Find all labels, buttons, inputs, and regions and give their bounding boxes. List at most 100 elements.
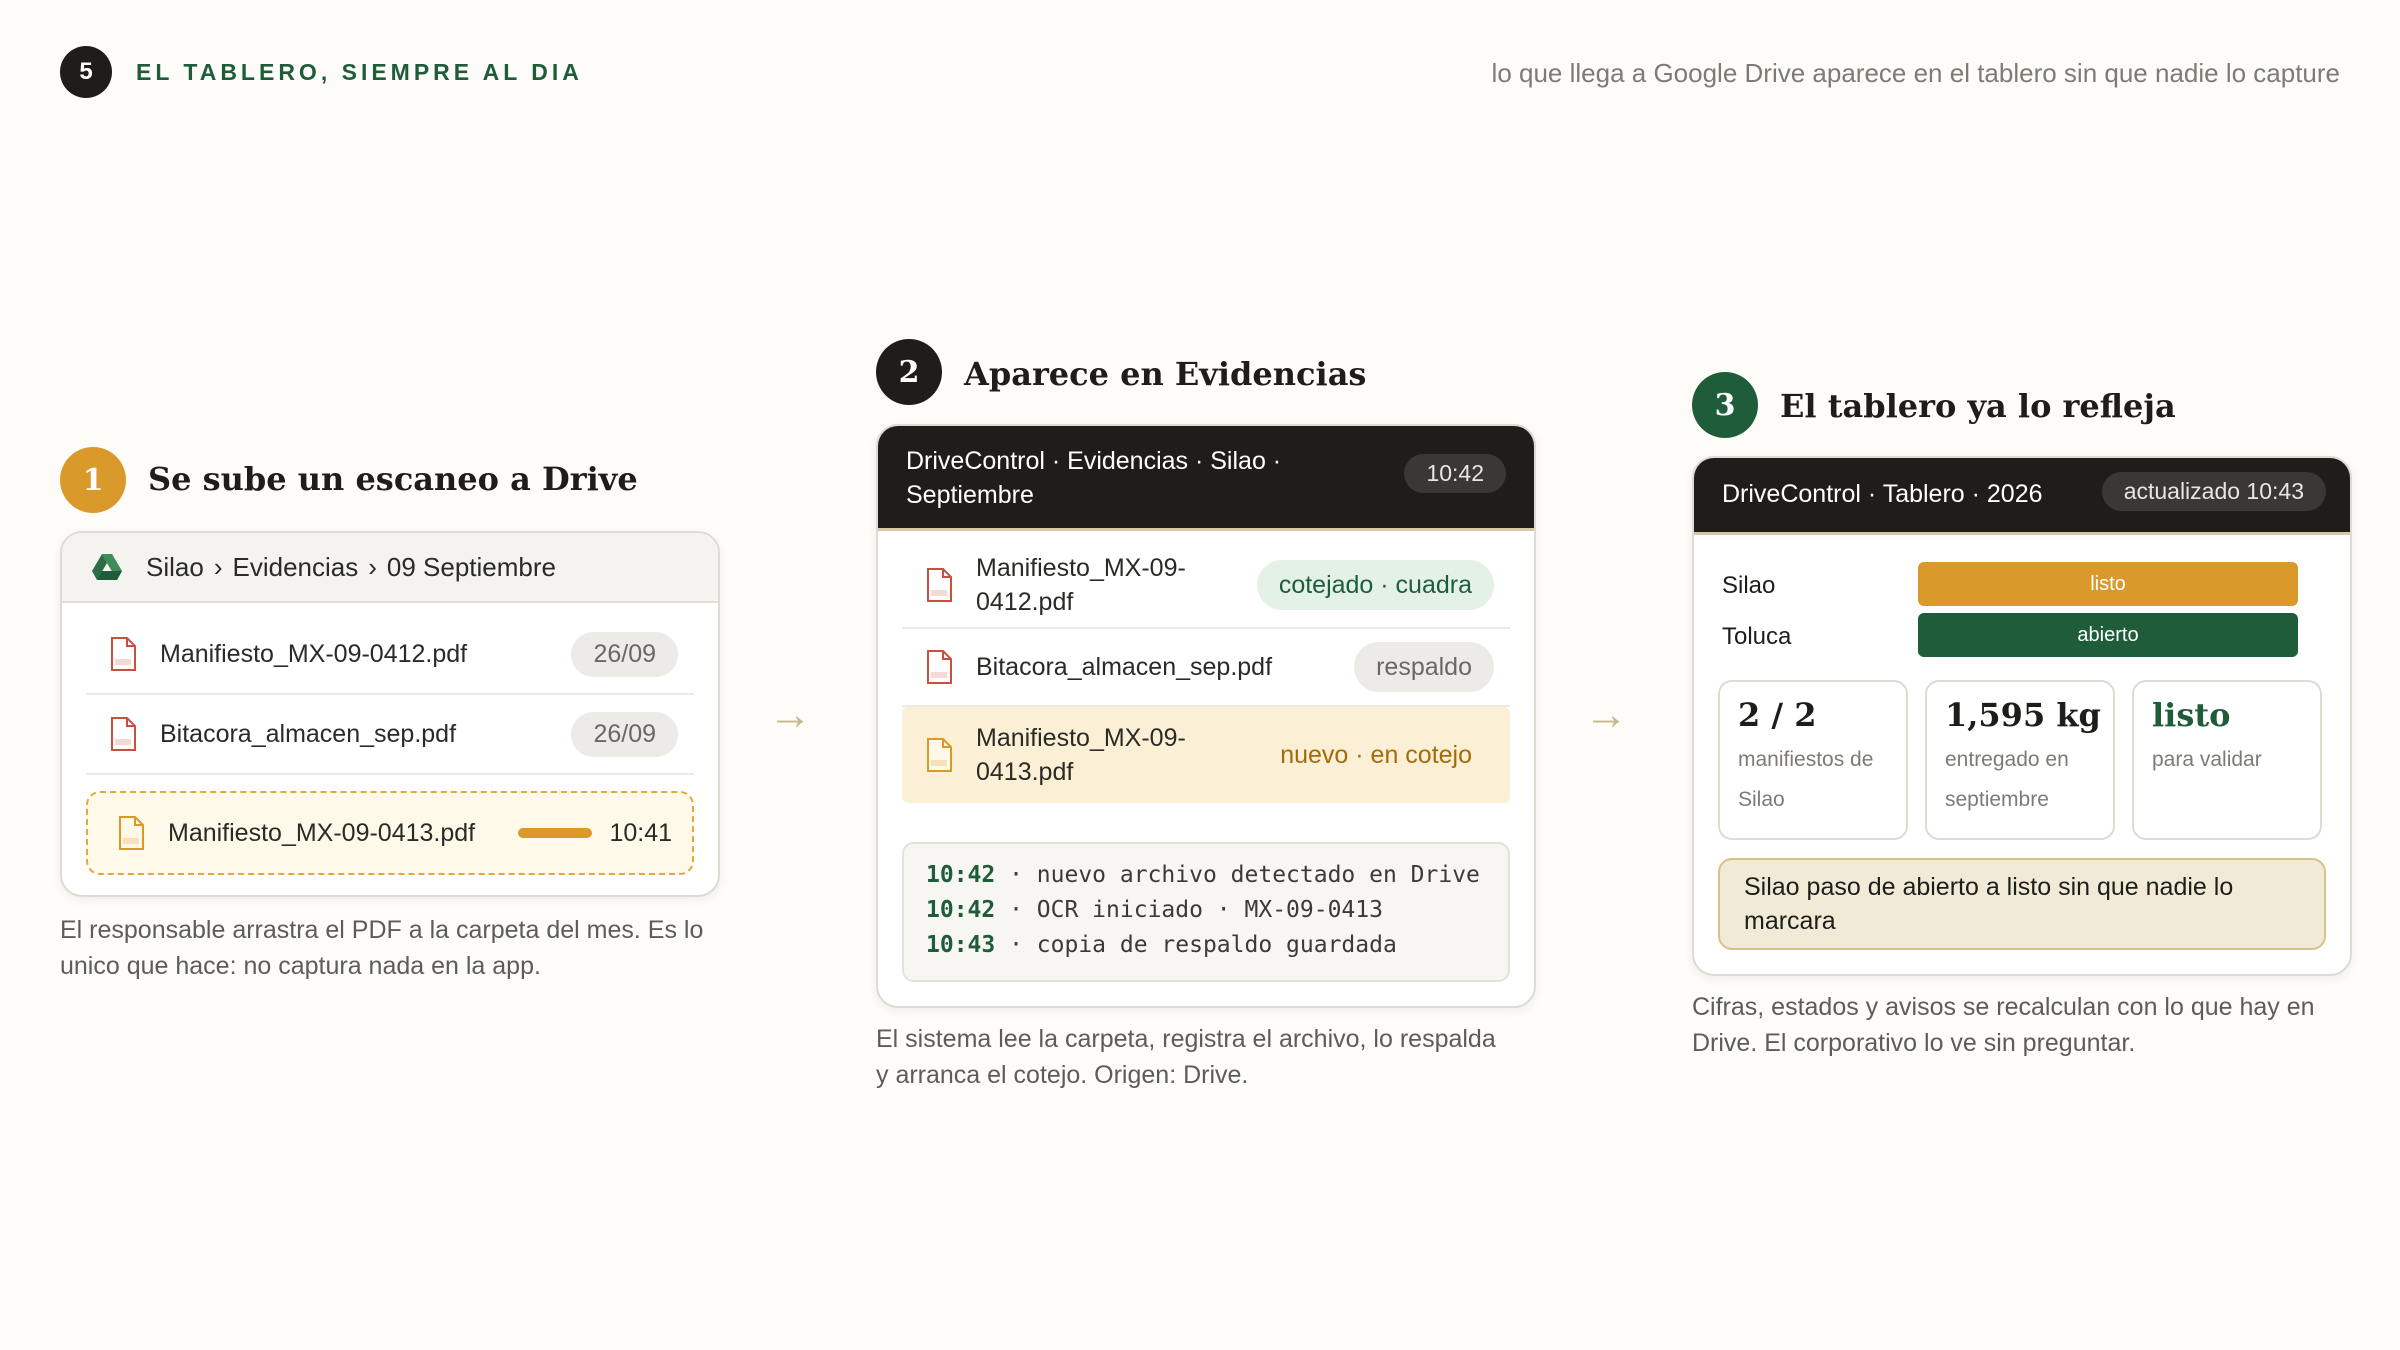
stat-label-line: Silao xyxy=(1738,788,1785,811)
status-tag-new: nuevo · en cotejo xyxy=(1280,741,1472,769)
file-name-line: Manifiesto_MX-09- xyxy=(976,724,1186,752)
breadcrumb-line: DriveControl · Evidencias · Silao · xyxy=(906,447,1282,475)
file-name: Manifiesto_MX-09- 0413.pdf xyxy=(976,721,1186,789)
time-badge: 10:42 xyxy=(1404,454,1506,493)
log-entry: 10:42 · OCR iniciado · MX-09-0413 xyxy=(926,893,1508,928)
pdf-file-icon xyxy=(927,568,952,602)
step-3-badge: 3 xyxy=(1692,372,1758,438)
step-2-caption: El sistema lee la carpeta, registra el a… xyxy=(876,1021,1496,1093)
stat-value: listo xyxy=(2152,696,2231,734)
updated-badge: actualizado 10:43 xyxy=(2101,472,2326,511)
file-name-line: 0413.pdf xyxy=(976,758,1074,786)
breadcrumb-line: Septiembre xyxy=(906,481,1034,509)
step-2-number: 2 xyxy=(898,354,920,390)
tablero-header: DriveControl · Tablero · 2026 actualizad… xyxy=(1694,458,2350,535)
file-name: Manifiesto_MX-09- 0412.pdf xyxy=(976,551,1186,619)
file-name: Bitacora_almacen_sep.pdf xyxy=(160,719,457,748)
step-3-number: 3 xyxy=(1714,387,1736,423)
arrow-right-icon: → xyxy=(768,690,812,739)
log-time: 10:42 xyxy=(926,897,996,923)
step-3-caption: Cifras, estados y avisos se recalculan c… xyxy=(1692,989,2315,1061)
file-row[interactable]: Bitacora_almacen_sep.pdf 26/09 xyxy=(86,695,694,775)
stat-label-line: septiembre xyxy=(1945,788,2049,811)
file-date-badge: 26/09 xyxy=(571,631,678,677)
breadcrumb-month[interactable]: 09 Septiembre xyxy=(387,552,556,583)
stat-value: 2 / 2 xyxy=(1738,696,1817,734)
log-entry: 10:42 · nuevo archivo detectado en Drive xyxy=(926,858,1508,893)
tablero-window: DriveControl · Tablero · 2026 actualizad… xyxy=(1692,456,2352,976)
stat-label: para validar xyxy=(2152,738,2320,782)
uploading-file-name: Manifiesto_MX-09-0413.pdf xyxy=(168,818,476,847)
caption-line: Cifras, estados y avisos se recalculan c… xyxy=(1692,993,2315,1021)
pdf-file-icon xyxy=(927,650,952,684)
log-time: 10:43 xyxy=(926,932,996,958)
stat-card-manifiestos[interactable]: 2 / 2 manifiestos de Silao xyxy=(1718,680,1908,840)
stat-label-line: entregado en xyxy=(1945,748,2069,771)
stat-card-status[interactable]: listo para validar xyxy=(2132,680,2322,840)
evidencias-window: DriveControl · Evidencias · Silao · Sept… xyxy=(876,424,1536,1008)
stat-label-line: para validar xyxy=(2152,748,2262,771)
tablero-breadcrumb: DriveControl · Tablero · 2026 xyxy=(1722,480,2043,508)
file-name-line: 0412.pdf xyxy=(976,588,1074,616)
step-2-badge: 2 xyxy=(876,339,942,405)
pdf-file-icon xyxy=(119,816,144,850)
evidence-row[interactable]: Manifiesto_MX-09- 0412.pdf cotejado · cu… xyxy=(902,543,1510,629)
log-text: · OCR iniciado · MX-09-0413 xyxy=(995,897,1383,923)
pdf-file-icon xyxy=(111,637,136,671)
status-change-alert[interactable]: Silao paso de abierto a listo sin que na… xyxy=(1718,858,2326,950)
uploading-file-row[interactable]: Manifiesto_MX-09-0413.pdf 10:41 xyxy=(86,791,694,875)
file-date-badge: 26/09 xyxy=(571,711,678,757)
caption-line: El sistema lee la carpeta, registra el a… xyxy=(876,1025,1496,1053)
caption-line: Drive. El corporativo lo ve sin pregunta… xyxy=(1692,1029,2136,1057)
file-name: Bitacora_almacen_sep.pdf xyxy=(976,653,1273,681)
evidencias-breadcrumb: DriveControl · Evidencias · Silao · Sept… xyxy=(906,444,1281,512)
upload-time: 10:41 xyxy=(609,818,672,847)
section-number-badge: 5 xyxy=(60,46,112,98)
step-1-caption: El responsable arrastra el PDF a la carp… xyxy=(60,912,703,984)
evidence-row[interactable]: Bitacora_almacen_sep.pdf respaldo xyxy=(902,629,1510,707)
section-subtitle: lo que llega a Google Drive aparece en e… xyxy=(1491,58,2340,88)
caption-line: El responsable arrastra el PDF a la carp… xyxy=(60,916,704,944)
status-bar-silao[interactable]: listo xyxy=(1918,562,2298,606)
plant-label-silao: Silao xyxy=(1722,572,1776,599)
log-entry: 10:43 · copia de respaldo guardada xyxy=(926,928,1508,963)
stat-value: 1,595 kg xyxy=(1945,696,2101,734)
arrow-right-icon: → xyxy=(1584,690,1628,739)
file-name-line: Manifiesto_MX-09- xyxy=(976,554,1186,582)
log-text: · nuevo archivo detectado en Drive xyxy=(995,862,1480,888)
pdf-file-icon xyxy=(927,738,952,772)
pdf-file-icon xyxy=(111,717,136,751)
status-tag-matched: cotejado · cuadra xyxy=(1256,560,1494,610)
section-title: EL TABLERO, SIEMPRE AL DIA xyxy=(136,59,583,85)
drive-folder-window: Silao › Evidencias › 09 Septiembre Manif… xyxy=(60,531,720,897)
breadcrumb-separator: › xyxy=(368,551,377,582)
caption-line: y arranca el cotejo. Origen: Drive. xyxy=(876,1061,1249,1089)
step-1-title: Se sube un escaneo a Drive xyxy=(148,460,638,498)
stat-card-kg[interactable]: 1,595 kg entregado en septiembre xyxy=(1925,680,2115,840)
stat-label: entregado en septiembre xyxy=(1945,738,2113,822)
breadcrumb-sub[interactable]: Evidencias xyxy=(233,552,359,583)
plant-label-toluca: Toluca xyxy=(1722,623,1792,650)
log-text: · copia de respaldo guardada xyxy=(995,932,1397,958)
alert-line: marcara xyxy=(1744,907,1836,935)
upload-progress-bar xyxy=(518,828,592,838)
caption-line: unico que hace: no captura nada en la ap… xyxy=(60,952,541,980)
step-1-number: 1 xyxy=(82,462,104,498)
status-bar-toluca[interactable]: abierto xyxy=(1918,613,2298,657)
step-2-title: Aparece en Evidencias xyxy=(964,355,1367,393)
activity-log: 10:42 · nuevo archivo detectado en Drive… xyxy=(902,842,1510,982)
stat-label: manifiestos de Silao xyxy=(1738,738,1906,822)
breadcrumb-folder[interactable]: Silao xyxy=(146,552,204,583)
file-name: Manifiesto_MX-09-0412.pdf xyxy=(160,639,468,668)
evidencias-header: DriveControl · Evidencias · Silao · Sept… xyxy=(878,426,1534,531)
evidence-row-new[interactable]: Manifiesto_MX-09- 0413.pdf nuevo · en co… xyxy=(902,707,1510,803)
alert-line: Silao paso de abierto a listo sin que na… xyxy=(1744,873,2234,901)
step-1-badge: 1 xyxy=(60,447,126,513)
google-drive-icon xyxy=(92,554,122,580)
file-row[interactable]: Manifiesto_MX-09-0412.pdf 26/09 xyxy=(86,615,694,695)
status-tag-backup: respaldo xyxy=(1354,642,1494,692)
stat-label-line: manifiestos de xyxy=(1738,748,1874,771)
step-3-title: El tablero ya lo refleja xyxy=(1780,387,2176,425)
drive-breadcrumb: Silao › Evidencias › 09 Septiembre xyxy=(62,533,718,603)
log-time: 10:42 xyxy=(926,862,996,888)
